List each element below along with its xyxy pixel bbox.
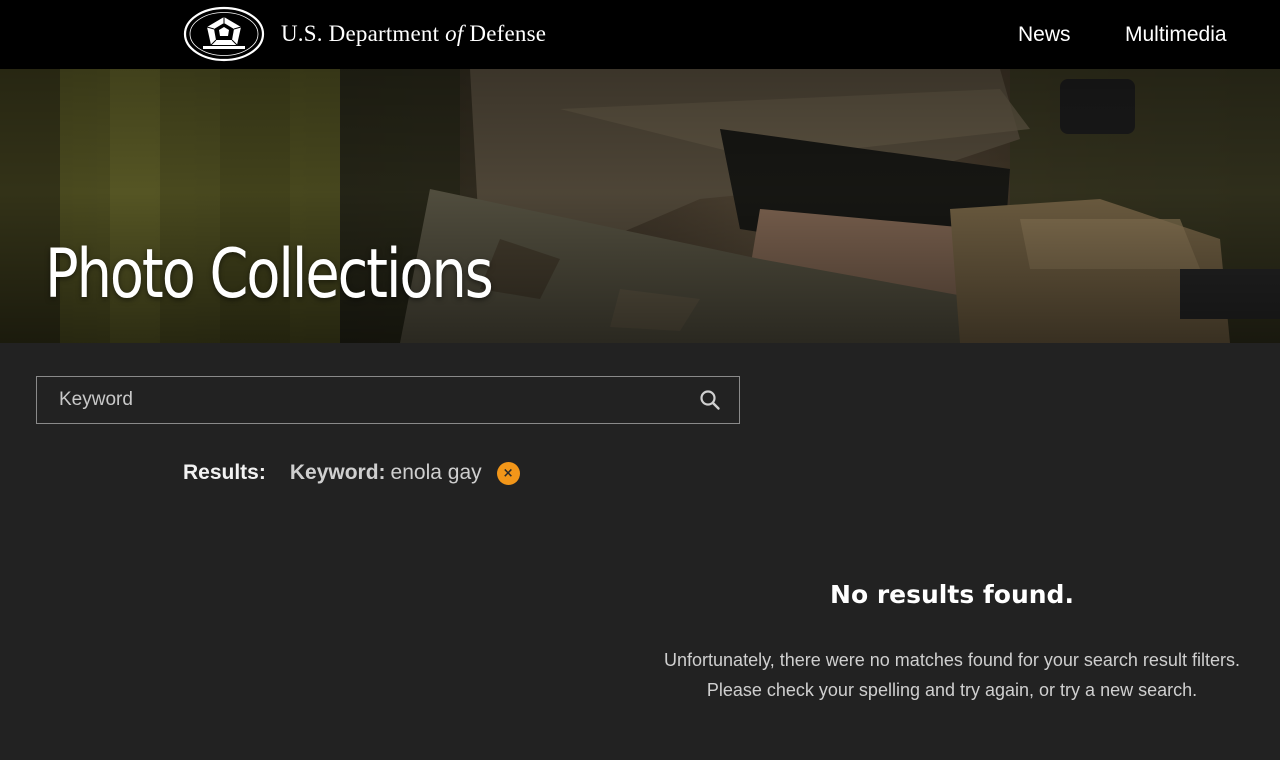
- close-icon: ×: [502, 465, 514, 481]
- empty-state-title: No results found.: [830, 580, 1074, 609]
- empty-state: No results found. Unfortunately, there w…: [622, 580, 1280, 705]
- search-box: [36, 376, 740, 424]
- results-filter-row: Results: Keyword: enola gay ×: [183, 458, 520, 488]
- empty-state-line-2: Please check your spelling and try again…: [706, 680, 1198, 700]
- remove-filter-button[interactable]: ×: [496, 461, 520, 485]
- site-header: U.S. Department of Defense News Multimed…: [0, 0, 1280, 69]
- nav-multimedia[interactable]: Multimedia: [1125, 0, 1227, 69]
- filter-value: enola gay: [390, 461, 482, 484]
- site-title: U.S. Department of Defense: [281, 21, 547, 46]
- filter-name: Keyword:: [289, 461, 386, 484]
- pentagon-seal-icon: [183, 6, 265, 62]
- results-label: Results:: [183, 461, 266, 484]
- empty-state-message: Unfortunately, there were no matches fou…: [622, 645, 1280, 705]
- search-button[interactable]: [699, 389, 721, 411]
- site-logo-link[interactable]: U.S. Department of Defense: [183, 6, 546, 62]
- nav-news[interactable]: News: [1018, 0, 1071, 69]
- search-icon: [700, 390, 720, 410]
- page-title: Photo Collections: [45, 235, 494, 314]
- empty-state-line-1: Unfortunately, there were no matches fou…: [664, 650, 1240, 670]
- search-input[interactable]: [37, 377, 687, 423]
- hero-banner: Photo Collections: [0, 69, 1280, 343]
- active-filter: Keyword: enola gay ×: [290, 461, 520, 485]
